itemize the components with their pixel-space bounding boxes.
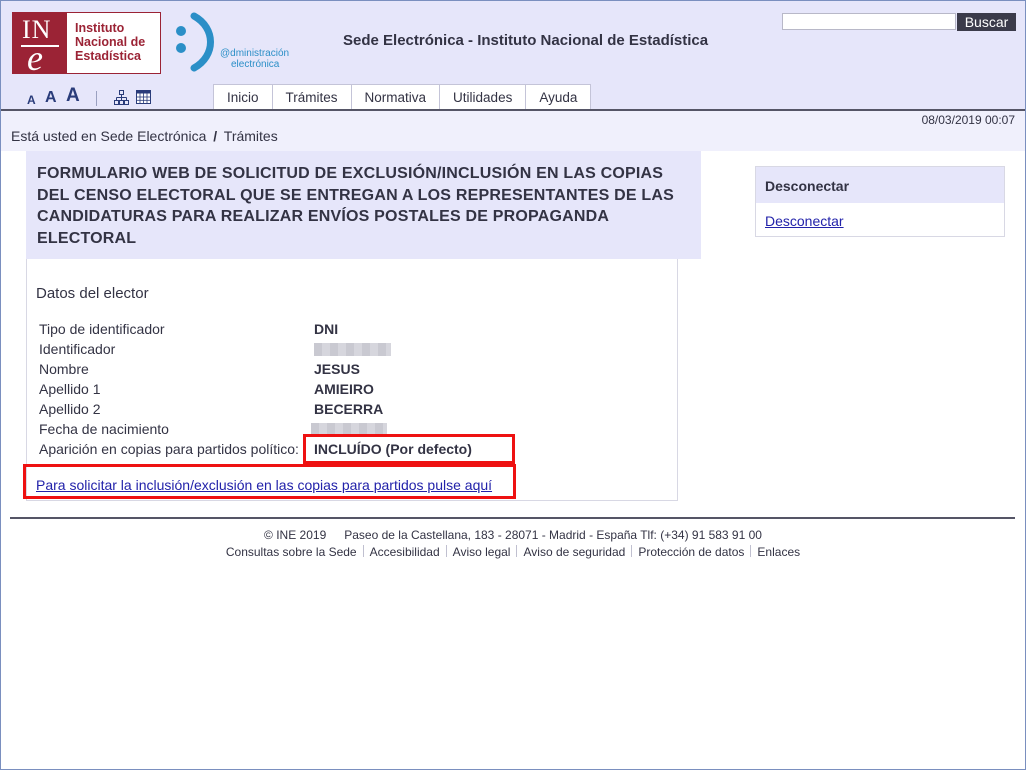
tab-ayuda[interactable]: Ayuda bbox=[525, 84, 592, 111]
ine-logo-mark: IN e bbox=[13, 13, 67, 78]
header: IN e Instituto Nacional de Estadística @… bbox=[1, 1, 1025, 111]
page-title: FORMULARIO WEB DE SOLICITUD DE EXCLUSIÓN… bbox=[37, 165, 674, 247]
font-size-medium-button[interactable]: A bbox=[45, 89, 57, 107]
footer-link-aviso-seguridad[interactable]: Aviso de seguridad bbox=[523, 545, 625, 559]
footer-link-proteccion-datos[interactable]: Protección de datos bbox=[638, 545, 744, 559]
footer-info: © INE 2019 Paseo de la Castellana, 183 - … bbox=[0, 528, 1026, 542]
datetime: 08/03/2019 00:07 bbox=[921, 113, 1015, 127]
field-value: BECERRA bbox=[314, 401, 384, 417]
elector-data-panel: Datos del elector Tipo de identificador … bbox=[23, 259, 678, 501]
footer-links: Consultas sobre la Sede Accesibilidad Avis… bbox=[0, 545, 1026, 559]
highlight-box-status bbox=[303, 434, 515, 464]
disconnect-box-title: Desconectar bbox=[765, 178, 850, 194]
tab-normativa[interactable]: Normativa bbox=[350, 84, 441, 111]
breadcrumb-item-tramites[interactable]: Trámites bbox=[224, 128, 278, 144]
footer-divider bbox=[10, 517, 1015, 519]
field-row-identificador: Identificador bbox=[39, 341, 669, 361]
page-title-box: FORMULARIO WEB DE SOLICITUD DE EXCLUSIÓN… bbox=[26, 151, 701, 259]
administracion-electronica-logo[interactable]: @dministración electrónica bbox=[169, 12, 299, 74]
section-title: Datos del elector bbox=[36, 285, 149, 302]
request-inclusion-exclusion-link[interactable]: Para solicitar la inclusión/exclusión en… bbox=[36, 477, 492, 493]
field-label: Tipo de identificador bbox=[39, 321, 165, 337]
ine-logo[interactable]: IN e Instituto Nacional de Estadística bbox=[12, 12, 161, 78]
breadcrumb-separator: / bbox=[213, 128, 218, 144]
breadcrumb: Está usted en Sede Electrónica / Trámite… bbox=[11, 128, 278, 144]
footer-copyright: © INE 2019 bbox=[264, 528, 327, 542]
field-label: Fecha de nacimiento bbox=[39, 421, 169, 437]
sitemap-icon[interactable] bbox=[114, 90, 129, 105]
tab-tramites[interactable]: Trámites bbox=[271, 84, 352, 111]
field-row-tipo-identificador: Tipo de identificador DNI bbox=[39, 321, 669, 341]
field-label: Aparición en copias para partidos políti… bbox=[39, 441, 299, 457]
field-row-apellido-1: Apellido 1 AMIEIRO bbox=[39, 381, 669, 401]
field-row-apellido-2: Apellido 2 BECERRA bbox=[39, 401, 669, 421]
site-title: Sede Electrónica - Instituto Nacional de… bbox=[343, 32, 709, 49]
field-value: AMIEIRO bbox=[314, 381, 374, 397]
search-input[interactable] bbox=[782, 13, 956, 30]
ine-logo-text: Instituto Nacional de Estadística bbox=[75, 21, 146, 63]
field-label: Apellido 1 bbox=[39, 381, 101, 397]
font-size-small-button[interactable]: A bbox=[27, 93, 36, 107]
breadcrumb-prefix: Está usted en bbox=[11, 128, 97, 144]
toolbar-divider bbox=[96, 91, 97, 106]
footer-link-consultas[interactable]: Consultas sobre la Sede bbox=[226, 545, 357, 559]
field-value: JESUS bbox=[314, 361, 360, 377]
administracion-electronica-text: @dministración electrónica bbox=[220, 48, 290, 70]
field-label: Identificador bbox=[39, 341, 116, 357]
field-label: Apellido 2 bbox=[39, 401, 101, 417]
calendar-icon[interactable] bbox=[136, 90, 151, 104]
breadcrumb-item-sede[interactable]: Sede Electrónica bbox=[101, 128, 207, 144]
footer-address: Paseo de la Castellana, 183 - 28071 - Ma… bbox=[344, 528, 762, 542]
disconnect-box-header: Desconectar bbox=[756, 167, 1004, 203]
footer-link-enlaces[interactable]: Enlaces bbox=[757, 545, 800, 559]
smiley-icon bbox=[176, 12, 214, 72]
font-size-large-button[interactable]: A bbox=[66, 85, 80, 107]
field-label: Nombre bbox=[39, 361, 89, 377]
disconnect-box: Desconectar Desconectar bbox=[755, 166, 1005, 237]
field-value: DNI bbox=[314, 321, 339, 337]
main-nav-tabs: Inicio Trámites Normativa Utilidades Ayu… bbox=[213, 84, 592, 111]
tab-inicio[interactable]: Inicio bbox=[213, 84, 273, 111]
disconnect-link[interactable]: Desconectar bbox=[765, 213, 844, 229]
redacted-value bbox=[314, 343, 391, 356]
breadcrumb-bar: 08/03/2019 00:07 Está usted en Sede Elec… bbox=[1, 111, 1025, 151]
tab-utilidades[interactable]: Utilidades bbox=[439, 84, 527, 111]
search-button[interactable]: Buscar bbox=[957, 13, 1016, 31]
footer-link-aviso-legal[interactable]: Aviso legal bbox=[453, 545, 511, 559]
field-row-nombre: Nombre JESUS bbox=[39, 361, 669, 381]
footer-link-accesibilidad[interactable]: Accesibilidad bbox=[370, 545, 440, 559]
